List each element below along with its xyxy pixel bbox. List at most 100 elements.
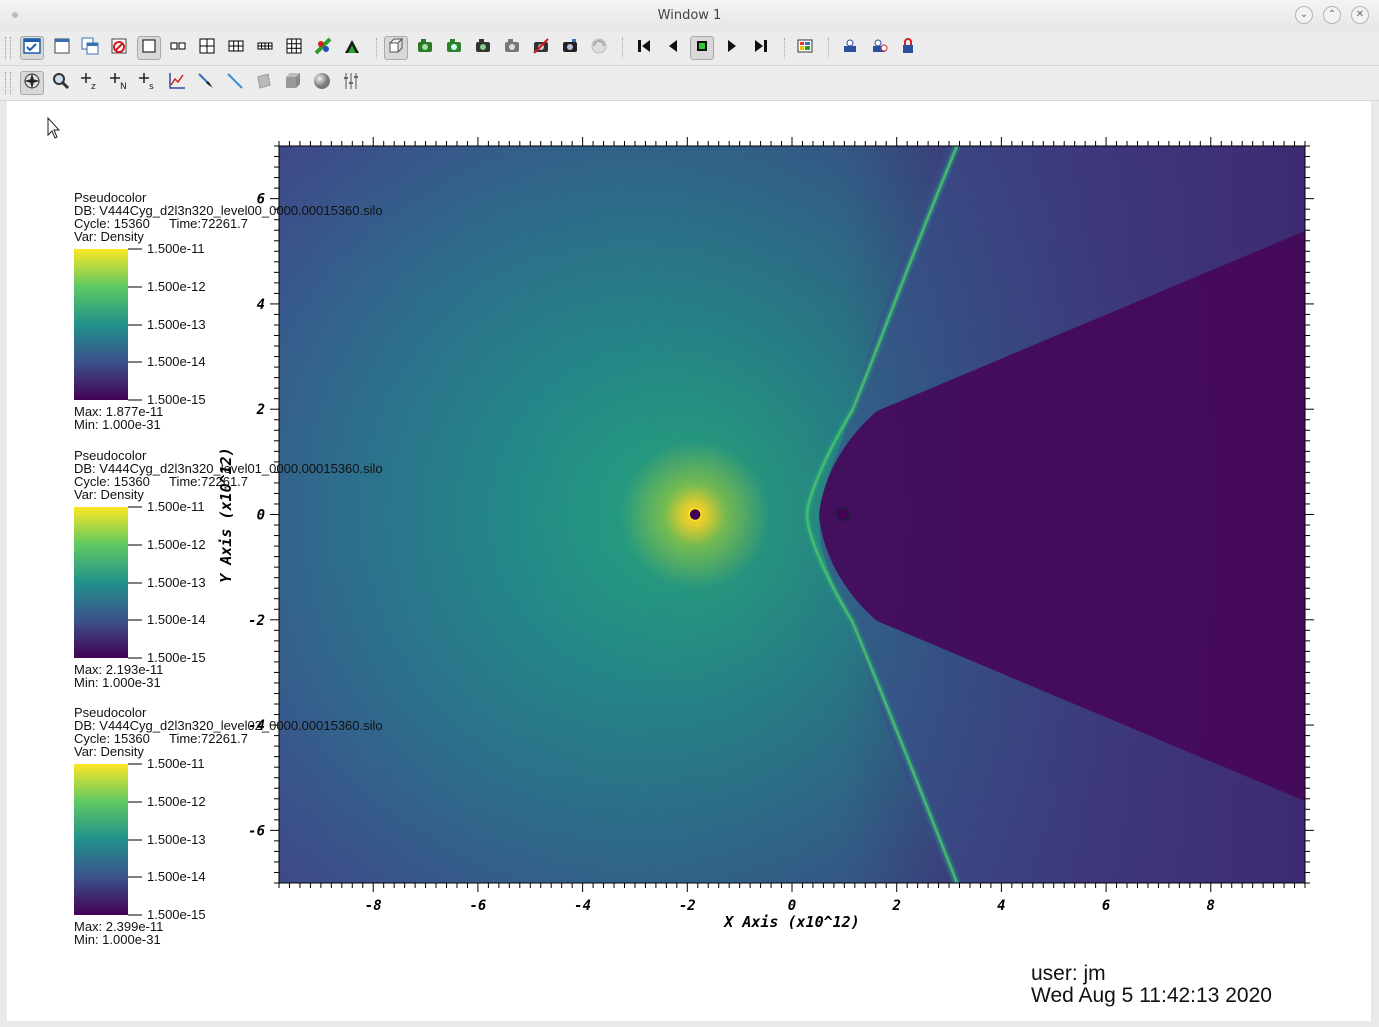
navigate-button[interactable] [20, 71, 44, 95]
user-label: user: jm [1031, 962, 1106, 985]
box-tool-icon [283, 71, 303, 95]
x-tick-labels: -8 -6 -4 -2 0 2 4 6 8 [365, 898, 1215, 914]
clone-window-button[interactable] [78, 36, 102, 60]
legend-time: Time:72261.7 [169, 731, 248, 746]
title-bar: Window 1 ⌄ ⌃ ✕ [0, 0, 1379, 32]
primary-star [688, 507, 702, 522]
spin-button[interactable] [587, 36, 611, 60]
toggle-mode-button[interactable] [20, 36, 44, 60]
color-table-icon [795, 36, 815, 60]
toolbar-separator [622, 38, 624, 58]
toolbar-separator [784, 38, 786, 58]
node-pick-icon: N [109, 71, 129, 95]
layout-2x4-button[interactable] [253, 36, 277, 60]
camera-button-4[interactable] [558, 36, 582, 60]
y-tick-label: 0 [257, 508, 265, 524]
maximize-button[interactable]: ⌃ [1323, 6, 1341, 24]
spin-icon [589, 36, 609, 60]
play-button[interactable] [720, 36, 744, 60]
window-toolbar [0, 31, 1379, 66]
zone-pick-icon: z [80, 71, 100, 95]
point-tool-icon [196, 71, 216, 95]
layout-2x2-button[interactable] [195, 36, 219, 60]
lock-icon [898, 36, 918, 60]
view-3d-button[interactable] [384, 36, 408, 60]
box-tool-button[interactable] [281, 71, 305, 95]
save-image-button[interactable] [413, 36, 437, 60]
curve-query-button[interactable] [165, 71, 189, 95]
layout-1x2-button[interactable] [166, 36, 190, 60]
x-tick-label: 6 [1102, 898, 1110, 914]
new-window-icon [52, 36, 72, 60]
legend-min: Min: 1.000e-31 [74, 675, 161, 690]
x-tick-label: 2 [891, 898, 900, 914]
lock-view-button[interactable] [311, 36, 335, 60]
stop-button[interactable] [690, 36, 714, 60]
svg-text:N: N [120, 82, 127, 91]
skip-back-icon [634, 36, 654, 60]
legend-var: Var: Density [74, 487, 144, 502]
svg-text:s: s [149, 82, 154, 91]
legend-time: Time:72261.7 [169, 474, 248, 489]
lock-button[interactable] [896, 36, 920, 60]
legend-label-3: 1.500e-14 [147, 869, 206, 884]
camera-button-1[interactable] [442, 36, 466, 60]
camera-icon [502, 36, 522, 60]
camera-icon [473, 36, 493, 60]
mode-toolbar: z N s [0, 66, 1379, 101]
view-3d-icon [386, 36, 406, 60]
minimize-button[interactable]: ⌄ [1295, 6, 1313, 24]
camera-off-button[interactable] [529, 36, 553, 60]
legend-colorbar [74, 507, 128, 658]
skip-back-button[interactable] [632, 36, 656, 60]
zoom-button[interactable] [49, 71, 73, 95]
clear-plots-button[interactable] [838, 36, 862, 60]
plane-tool-button[interactable] [252, 71, 276, 95]
layout-3x3-button[interactable] [282, 36, 306, 60]
clear-plots-icon [840, 36, 860, 60]
toolbar-handle[interactable] [5, 37, 11, 59]
zone-pick-button[interactable]: z [78, 71, 102, 95]
node-pick-button[interactable]: N [107, 71, 131, 95]
window-title: Window 1 [657, 8, 722, 23]
skip-forward-button[interactable] [749, 36, 773, 60]
legend-label-0: 1.500e-11 [147, 241, 205, 256]
camera-button-2[interactable] [471, 36, 495, 60]
legend-label-1: 1.500e-12 [147, 279, 206, 294]
color-table-button[interactable] [793, 36, 817, 60]
x-tick-label: -6 [469, 898, 486, 914]
legend-time: Time:72261.7 [169, 216, 248, 231]
x-tick-label: 8 [1207, 898, 1215, 914]
plane-tool-icon [254, 71, 274, 95]
visualization-viewport[interactable]: -8 -6 -4 -2 0 2 4 6 8 6 4 2 0 -2 -4 -6 X Axis (x10^12)… [7, 101, 1371, 1021]
step-back-icon [663, 36, 683, 60]
camera-button-3[interactable] [500, 36, 524, 60]
step-back-button[interactable] [661, 36, 685, 60]
layout-2x3-button[interactable] [224, 36, 248, 60]
point-tool-button[interactable] [194, 71, 218, 95]
line-tool-button[interactable] [223, 71, 247, 95]
new-window-button[interactable] [50, 36, 74, 60]
secondary-star [836, 507, 850, 522]
y-tick-label: 2 [256, 402, 265, 418]
toolbar-handle[interactable] [5, 72, 11, 94]
sphere-tool-button[interactable] [310, 71, 334, 95]
spreadsheet-pick-button[interactable]: s [136, 71, 160, 95]
reopen-button[interactable] [867, 36, 891, 60]
close-button[interactable]: ✕ [1351, 6, 1369, 24]
layout-1x1-icon [139, 36, 159, 60]
legend-min: Min: 1.000e-31 [74, 932, 161, 947]
axis-array-button[interactable] [339, 71, 363, 95]
legend-label-2: 1.500e-13 [147, 575, 206, 590]
lock-view-icon [313, 36, 333, 60]
lock-time-button[interactable] [340, 36, 364, 60]
legend-label-3: 1.500e-14 [147, 612, 206, 627]
y-tick-labels: 6420-2-4-6 [248, 192, 265, 840]
svg-text:z: z [91, 82, 96, 91]
x-axis-title: X Axis (x10^12) [722, 913, 859, 931]
delete-window-button[interactable] [107, 36, 131, 60]
camera-off-icon [531, 36, 551, 60]
y-tick-label: 4 [257, 297, 265, 313]
layout-1x1-button[interactable] [137, 36, 161, 60]
legend-label-1: 1.500e-12 [147, 537, 206, 552]
